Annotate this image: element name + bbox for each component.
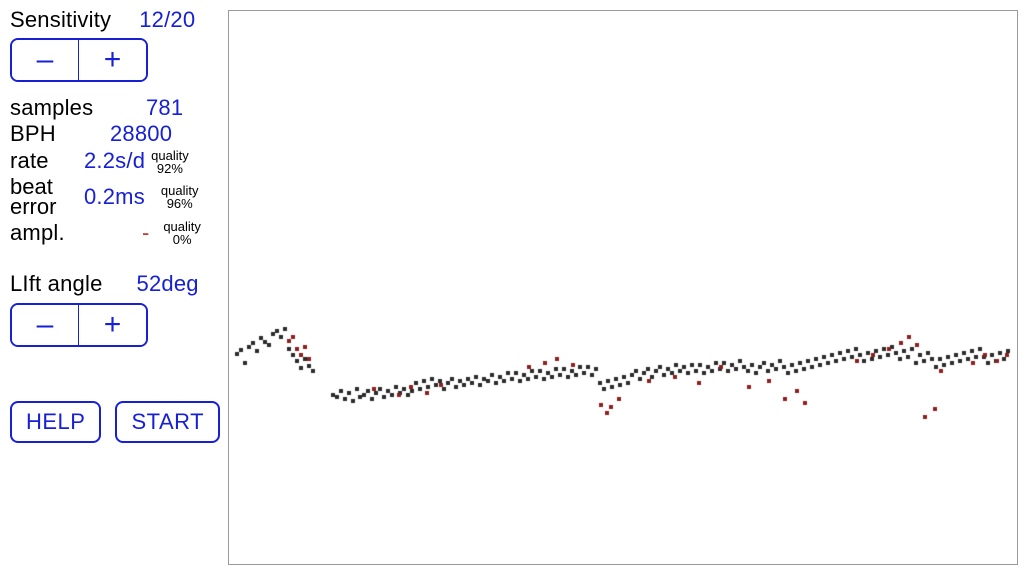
lift-angle-label: LIft angle [10, 272, 103, 296]
sensitivity-row: Sensitivity 12/20 [10, 8, 218, 32]
start-button[interactable]: START [115, 401, 220, 443]
amplitude-label: ampl. [10, 221, 70, 245]
beat-error-label: beat error [10, 177, 60, 219]
samples-label: samples [10, 96, 106, 120]
sensitivity-stepper: – + [10, 38, 148, 82]
timing-chart-canvas [229, 11, 1017, 564]
rate-label: rate [10, 149, 60, 173]
rate-value: 2.2s/d [84, 149, 145, 173]
lift-angle-value: 52deg [137, 272, 199, 296]
beat-error-quality: quality 96% [161, 184, 199, 210]
bph-row: BPH 28800 [10, 122, 218, 146]
help-button[interactable]: HELP [10, 401, 101, 443]
sensitivity-label: Sensitivity [10, 8, 111, 32]
sensitivity-value: 12/20 [139, 8, 195, 32]
sensitivity-decrease-button[interactable]: – [12, 40, 79, 80]
samples-value: 781 [146, 96, 183, 120]
lift-decrease-button[interactable]: – [12, 305, 79, 345]
sensitivity-increase-button[interactable]: + [79, 40, 146, 80]
amplitude-quality-value: 0% [163, 233, 201, 246]
bph-label: BPH [10, 122, 80, 146]
rate-row: rate 2.2s/d quality 92% [10, 149, 218, 175]
lift-angle-row: LIft angle 52deg [10, 272, 218, 296]
beat-error-value: 0.2ms [84, 185, 145, 209]
amplitude-value: - [142, 221, 149, 245]
rate-quality-label: quality [151, 149, 189, 162]
rate-quality: quality 92% [151, 149, 189, 175]
timing-chart [228, 10, 1018, 565]
action-buttons: HELP START [10, 401, 218, 443]
beat-error-quality-value: 96% [161, 197, 199, 210]
samples-row: samples 781 [10, 96, 218, 120]
control-panel: Sensitivity 12/20 – + samples 781 BPH 28… [10, 6, 218, 443]
rate-quality-value: 92% [151, 162, 189, 175]
amplitude-quality: quality 0% [163, 220, 201, 246]
lift-increase-button[interactable]: + [79, 305, 146, 345]
beat-error-row: beat error 0.2ms quality 96% [10, 177, 218, 219]
lift-angle-stepper: – + [10, 303, 148, 347]
bph-value: 28800 [110, 122, 172, 146]
amplitude-row: ampl. - quality 0% [10, 220, 218, 246]
